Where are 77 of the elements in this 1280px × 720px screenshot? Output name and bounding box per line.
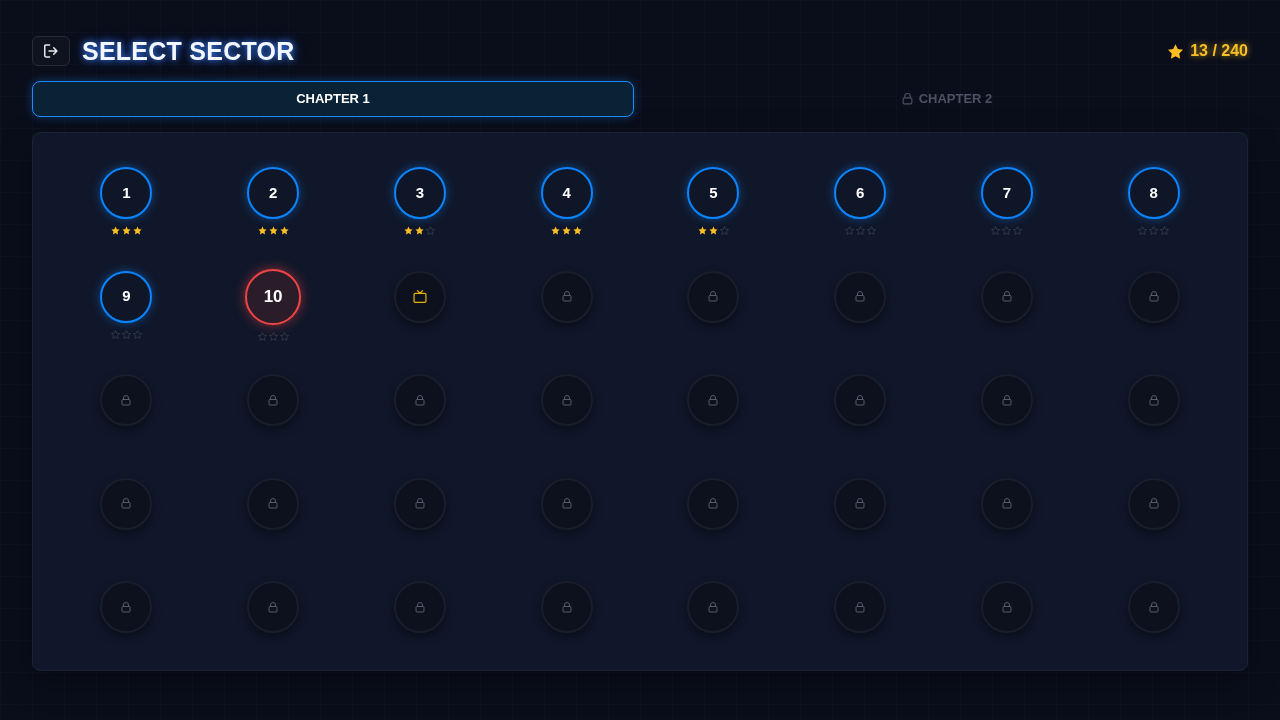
tv-icon <box>412 290 427 303</box>
level-button[interactable]: 9 <box>100 270 153 323</box>
chapter-tab[interactable]: CHAPTER 1 <box>32 81 634 117</box>
lock-icon <box>561 601 572 613</box>
lock-icon <box>901 93 913 105</box>
star-outline-icon <box>719 226 729 235</box>
star-icon <box>562 226 572 235</box>
star-icon <box>573 226 583 235</box>
star-outline-icon <box>257 331 267 341</box>
lock-icon <box>855 394 866 406</box>
star-outline-icon <box>855 226 865 235</box>
lock-icon <box>855 601 866 613</box>
star-icon <box>708 226 718 235</box>
lock-icon <box>1001 498 1012 509</box>
lock-icon <box>708 291 719 302</box>
lock-icon <box>1001 601 1012 613</box>
level-button[interactable]: 10 <box>245 268 302 325</box>
star-icon <box>697 226 707 235</box>
lock-icon <box>1001 291 1012 302</box>
lock-icon <box>1148 291 1159 302</box>
star-outline-icon <box>1002 226 1012 235</box>
page-title: SELECT SECTOR <box>82 38 295 64</box>
exit-icon <box>44 44 58 58</box>
lock-icon <box>414 498 425 509</box>
level-button[interactable]: 3 <box>393 167 446 219</box>
lock-icon <box>1148 601 1159 613</box>
star-outline-icon <box>1160 226 1170 235</box>
lock-icon <box>1148 394 1159 406</box>
lock-icon <box>708 498 719 509</box>
level-button[interactable]: 2 <box>247 167 300 219</box>
lock-icon <box>561 394 572 406</box>
star-outline-icon <box>866 226 876 235</box>
star-outline-icon <box>1138 226 1148 235</box>
star-outline-icon <box>844 226 854 235</box>
star-outline-icon <box>426 226 436 235</box>
star-icon <box>121 226 131 235</box>
star-outline-icon <box>132 329 142 339</box>
lock-icon <box>1148 498 1159 509</box>
lock-icon <box>561 291 572 302</box>
lock-icon <box>414 601 425 613</box>
star-icon <box>1168 43 1184 59</box>
lock-icon <box>268 601 279 613</box>
star-icon <box>279 226 289 235</box>
lock-icon <box>708 394 719 406</box>
star-outline-icon <box>1149 226 1159 235</box>
lock-icon <box>121 498 132 509</box>
star-outline-icon <box>991 226 1001 235</box>
level-button[interactable]: 6 <box>834 167 887 219</box>
star-outline-icon <box>110 329 120 339</box>
lock-icon <box>1001 394 1012 406</box>
level-button[interactable]: 8 <box>1127 167 1180 219</box>
lock-icon <box>855 498 866 509</box>
star-icon <box>132 226 142 235</box>
lock-icon <box>268 394 279 406</box>
lock-icon <box>121 601 132 613</box>
star-icon <box>110 226 120 235</box>
lock-icon <box>268 498 279 509</box>
star-icon <box>257 226 267 235</box>
star-outline-icon <box>268 331 278 341</box>
lock-icon <box>414 394 425 406</box>
lock-icon <box>708 601 719 613</box>
star-outline-icon <box>1013 226 1023 235</box>
star-outline-icon <box>279 331 289 341</box>
star-icon <box>404 226 414 235</box>
lock-icon <box>855 291 866 302</box>
star-total: 13 / 240 <box>1190 43 1248 59</box>
star-outline-icon <box>121 329 131 339</box>
exit-button[interactable] <box>32 36 70 66</box>
lock-icon <box>561 498 572 509</box>
star-icon <box>268 226 278 235</box>
lock-icon <box>121 394 132 406</box>
level-button[interactable]: 1 <box>100 167 153 219</box>
level-button[interactable]: 4 <box>540 167 593 219</box>
star-icon <box>551 226 561 235</box>
level-button[interactable]: 7 <box>980 167 1033 219</box>
level-button[interactable]: 5 <box>687 167 740 219</box>
star-icon <box>415 226 425 235</box>
